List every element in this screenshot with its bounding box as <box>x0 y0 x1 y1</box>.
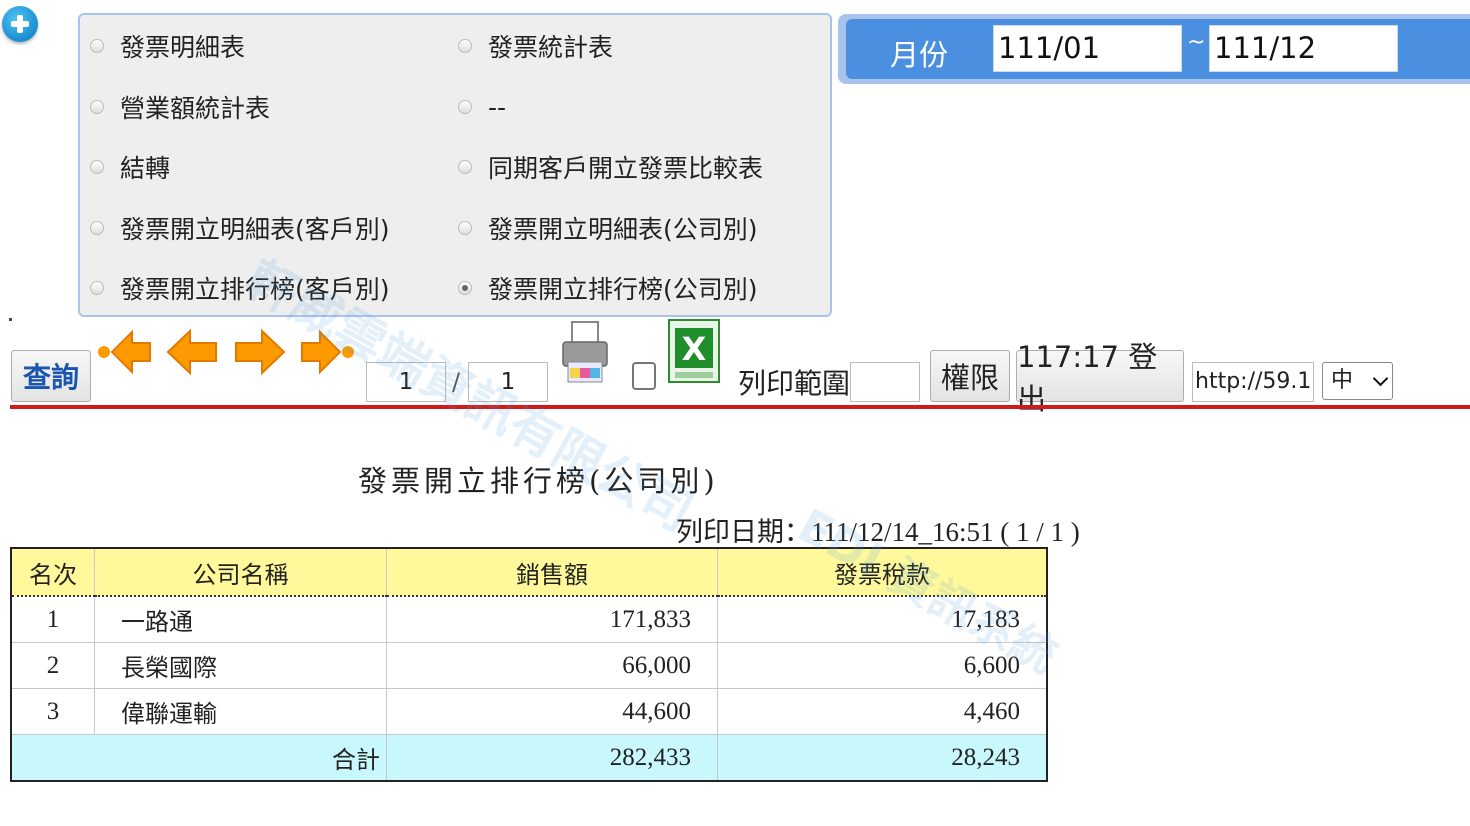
print-range-label: 列印範圍 <box>738 367 851 400</box>
stray-dot <box>9 318 12 321</box>
page-separator: / <box>452 368 461 396</box>
radio-icon[interactable] <box>90 39 104 53</box>
total-tax-cell: 28,243 <box>717 734 1048 782</box>
option-carry-forward[interactable]: 結轉 <box>90 150 170 184</box>
url-field[interactable]: http://59.125 <box>1192 362 1314 402</box>
header-rank: 名次 <box>10 547 95 597</box>
select-checkbox[interactable] <box>632 362 656 390</box>
sales-cell: 171,833 <box>386 595 718 643</box>
tax-cell: 4,460 <box>717 688 1048 735</box>
total-label: 合計 <box>10 734 387 782</box>
option-revenue-stats[interactable]: 營業額統計表 <box>90 90 270 124</box>
last-page-icon[interactable] <box>298 328 356 382</box>
radio-icon[interactable] <box>458 100 472 114</box>
month-range-separator: ~ <box>1187 30 1206 55</box>
ranking-table: 名次 公司名稱 銷售額 發票稅款 1 一路通 171,833 17,183 2 … <box>10 547 1048 782</box>
permission-button[interactable]: 權限 <box>930 350 1010 402</box>
option-ranking-by-company[interactable]: 發票開立排行榜(公司別) <box>458 271 758 305</box>
printer-icon[interactable] <box>560 320 610 386</box>
logout-button[interactable]: 117:17 登出 <box>1016 340 1184 416</box>
excel-icon[interactable]: X <box>667 318 721 384</box>
tax-cell: 6,600 <box>717 642 1048 689</box>
rank-cell: 2 <box>10 642 95 689</box>
header-tax: 發票稅款 <box>717 547 1048 597</box>
radio-icon[interactable] <box>90 160 104 174</box>
current-page-input[interactable]: 1 <box>366 362 446 402</box>
radio-icon[interactable] <box>90 221 104 235</box>
total-pages-field: 1 <box>468 362 548 402</box>
company-cell: 偉聯運輸 <box>94 688 387 735</box>
next-page-icon[interactable] <box>232 328 288 382</box>
option-invoice-stats[interactable]: 發票統計表 <box>458 29 613 63</box>
first-page-icon[interactable] <box>96 328 154 382</box>
radio-icon[interactable] <box>90 281 104 295</box>
radio-checked-icon[interactable] <box>458 281 472 295</box>
print-date: 列印日期：111/12/14_16:51 ( 1 / 1 ) <box>676 517 1080 547</box>
rank-cell: 3 <box>10 688 95 735</box>
rank-cell: 1 <box>10 595 95 643</box>
radio-icon[interactable] <box>90 100 104 114</box>
tax-cell: 17,183 <box>717 595 1048 643</box>
company-cell: 一路通 <box>94 595 387 643</box>
option-customer-comparison[interactable]: 同期客戶開立發票比較表 <box>458 150 763 184</box>
option-ranking-by-customer[interactable]: 發票開立排行榜(客戶別) <box>90 271 390 305</box>
report-title: 發票開立排行榜(公司別) <box>358 464 719 498</box>
radio-icon[interactable] <box>458 221 472 235</box>
query-button[interactable]: 查詢 <box>11 350 91 402</box>
option-detail-by-company[interactable]: 發票開立明細表(公司別) <box>458 211 758 245</box>
table-row: 1 一路通 171,833 17,183 <box>10 595 1048 643</box>
prev-page-icon[interactable] <box>164 328 220 382</box>
print-range-input[interactable] <box>850 362 920 402</box>
option-invoice-detail[interactable]: 發票明細表 <box>90 29 245 63</box>
header-company: 公司名稱 <box>94 547 387 597</box>
svg-text:X: X <box>682 330 707 368</box>
sales-cell: 66,000 <box>386 642 718 689</box>
table-row: 3 偉聯運輸 44,600 4,460 <box>10 688 1048 735</box>
toolbar-divider <box>10 405 1470 409</box>
language-select[interactable]: 中 <box>1322 362 1393 400</box>
add-icon[interactable] <box>2 6 38 42</box>
language-value: 中 <box>1331 368 1354 393</box>
option-detail-by-customer[interactable]: 發票開立明細表(客戶別) <box>90 211 390 245</box>
option-placeholder[interactable]: -- <box>458 90 506 124</box>
month-from-input[interactable]: 111/01 <box>993 25 1182 72</box>
table-row: 2 長榮國際 66,000 6,600 <box>10 642 1048 689</box>
month-label: 月份 <box>890 38 949 72</box>
header-sales: 銷售額 <box>386 547 718 597</box>
month-to-input[interactable]: 111/12 <box>1209 25 1398 72</box>
company-cell: 長榮國際 <box>94 642 387 689</box>
total-row: 合計 282,433 28,243 <box>10 734 1048 782</box>
table-header-row: 名次 公司名稱 銷售額 發票稅款 <box>10 547 1048 597</box>
radio-icon[interactable] <box>458 160 472 174</box>
report-selector-panel: 發票明細表 發票統計表 營業額統計表 -- 結轉 同期客戶開立發票比較表 發票開… <box>78 13 832 317</box>
radio-icon[interactable] <box>458 39 472 53</box>
total-sales-cell: 282,433 <box>386 734 718 782</box>
sales-cell: 44,600 <box>386 688 718 735</box>
chevron-down-icon <box>1372 370 1389 387</box>
